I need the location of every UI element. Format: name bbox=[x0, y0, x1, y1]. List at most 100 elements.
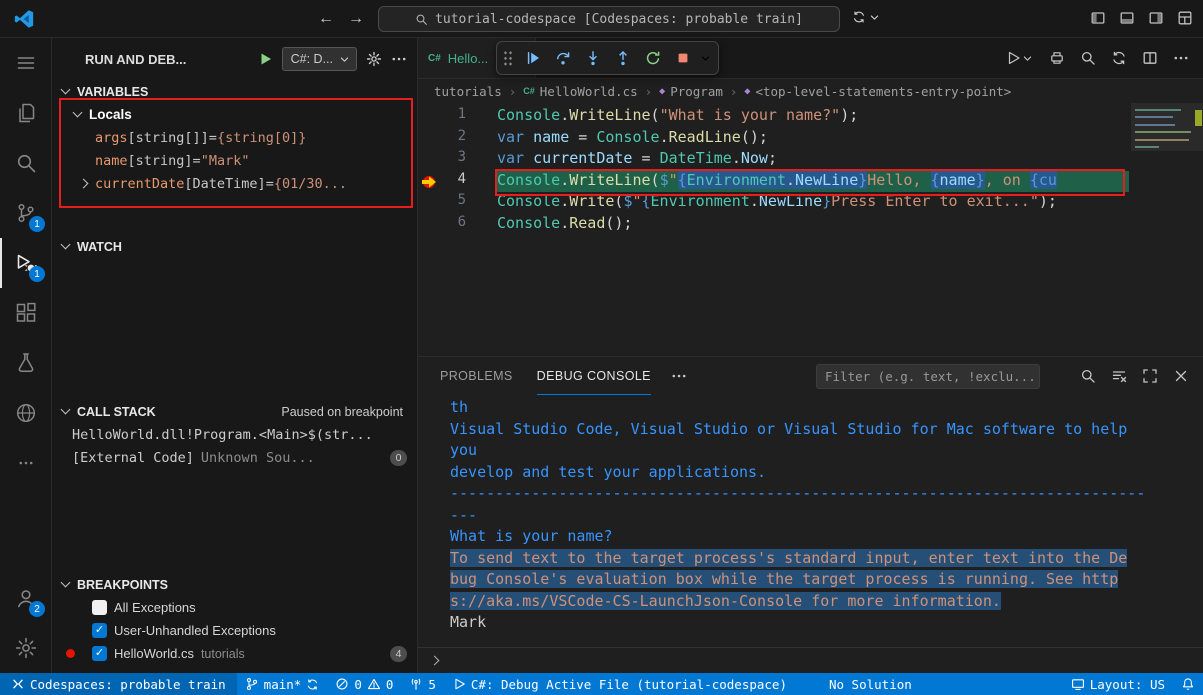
variable-value: "Mark" bbox=[201, 153, 250, 169]
frame-title: HelloWorld.dll!Program.<Main>$(str... bbox=[72, 427, 373, 443]
code-line[interactable]: 4Console.WriteLine($"{Environment.NewLin… bbox=[418, 171, 1203, 193]
problems-status[interactable]: 0 0 bbox=[327, 673, 401, 695]
breakpoint-row[interactable]: ✓User-Unhandled Exceptions bbox=[52, 619, 417, 642]
split-editor-icon[interactable] bbox=[1142, 50, 1158, 66]
additional-views-button[interactable] bbox=[0, 438, 51, 488]
close-panel-icon[interactable] bbox=[1173, 368, 1189, 384]
current-statement-gutter[interactable] bbox=[418, 171, 444, 193]
configure-launch-gear-icon[interactable] bbox=[366, 51, 382, 67]
gutter[interactable] bbox=[418, 106, 444, 128]
tab-debug-console[interactable]: DEBUG CONSOLE bbox=[537, 357, 651, 395]
toggle-secondary-sidebar-icon[interactable] bbox=[1148, 10, 1164, 26]
search-editor-icon[interactable] bbox=[1080, 50, 1096, 66]
start-debugging-button[interactable] bbox=[257, 51, 273, 67]
go-forward-button[interactable]: → bbox=[344, 7, 368, 31]
maximize-panel-icon[interactable] bbox=[1142, 368, 1158, 384]
watch-section-header[interactable]: WATCH bbox=[52, 235, 417, 258]
call-stack-section-header[interactable]: CALL STACKPaused on breakpoint bbox=[52, 400, 417, 423]
variable-row[interactable]: currentDate [DateTime] = {01/30... bbox=[52, 172, 417, 195]
debug-status[interactable]: C#: Debug Active File (tutorial-codespac… bbox=[444, 673, 795, 695]
accounts-button[interactable]: 2 bbox=[0, 573, 51, 623]
breadcrumb-item[interactable]: ◆<top-level-statements-entry-point> bbox=[744, 84, 1011, 99]
launch-config-select[interactable]: C#: D... bbox=[282, 47, 357, 71]
breakpoint-checkbox[interactable] bbox=[92, 600, 107, 615]
call-stack-frame[interactable]: [External Code]Unknown Sou...0 bbox=[52, 446, 417, 469]
step-over-button[interactable] bbox=[549, 45, 576, 72]
customize-layout-icon[interactable] bbox=[1177, 10, 1193, 26]
branch-status[interactable]: main* bbox=[237, 673, 328, 695]
settings-button[interactable] bbox=[0, 623, 51, 673]
print-icon[interactable] bbox=[1049, 50, 1065, 66]
find-icon[interactable] bbox=[1080, 368, 1096, 384]
code-editor[interactable]: 1Console.WriteLine("What is your name?")… bbox=[418, 103, 1203, 356]
console-filter-input[interactable]: Filter (e.g. text, !exclu... bbox=[816, 364, 1040, 389]
code-line[interactable]: 1Console.WriteLine("What is your name?")… bbox=[418, 106, 1203, 128]
ports-status[interactable]: 5 bbox=[401, 673, 444, 695]
scm-badge: 1 bbox=[29, 216, 45, 232]
step-out-button[interactable] bbox=[609, 45, 636, 72]
sidebar-item-remote-explorer[interactable] bbox=[0, 388, 51, 438]
sidebar-item-source-control[interactable]: 1 bbox=[0, 188, 51, 238]
screen-icon bbox=[1071, 677, 1085, 691]
branch-icon bbox=[245, 677, 259, 691]
sidebar-item-search[interactable] bbox=[0, 138, 51, 188]
run-or-debug-button[interactable] bbox=[1005, 50, 1034, 66]
continue-on-dropdown[interactable] bbox=[852, 10, 881, 24]
gutter[interactable] bbox=[418, 149, 444, 171]
call-stack-frame[interactable]: HelloWorld.dll!Program.<Main>$(str... bbox=[52, 423, 417, 446]
variable-row[interactable]: name [string] = "Mark" bbox=[52, 149, 417, 172]
command-center[interactable]: tutorial-codespace [Codespaces: probable… bbox=[378, 6, 840, 32]
debug-toolbar-more-icon[interactable] bbox=[699, 52, 712, 65]
breakpoint-row[interactable]: ✓HelloWorld.cstutorials4 bbox=[52, 642, 417, 665]
variable-row[interactable]: args [string[]] = {string[0]} bbox=[52, 126, 417, 149]
sync-icon bbox=[852, 10, 866, 24]
code-line[interactable]: 3var currentDate = DateTime.Now; bbox=[418, 149, 1203, 171]
console-output-line: What is your name? bbox=[450, 526, 1203, 548]
breakpoints-section-header[interactable]: BREAKPOINTS bbox=[52, 573, 417, 596]
panel-more-tabs-icon[interactable] bbox=[671, 368, 687, 384]
sidebar-item-run-debug[interactable]: 1 bbox=[0, 238, 51, 288]
gutter[interactable] bbox=[418, 128, 444, 150]
layout-status[interactable]: Layout: US bbox=[1063, 673, 1173, 695]
continue-button[interactable] bbox=[519, 45, 546, 72]
editor-more-actions-icon[interactable] bbox=[1173, 50, 1189, 66]
status-bar: Codespaces: probable train main* 0 0 5 C… bbox=[0, 673, 1203, 695]
gutter[interactable] bbox=[418, 214, 444, 236]
frame-detail: Unknown Sou... bbox=[201, 450, 315, 466]
notifications-bell[interactable] bbox=[1173, 673, 1203, 695]
sidebar-item-extensions[interactable] bbox=[0, 288, 51, 338]
toggle-panel-icon[interactable] bbox=[1119, 10, 1135, 26]
sidebar-item-explorer[interactable] bbox=[0, 88, 51, 138]
code-line[interactable]: 2var name = Console.ReadLine(); bbox=[418, 128, 1203, 150]
chevron-down-icon bbox=[868, 11, 881, 24]
debug-console-input[interactable] bbox=[418, 647, 1203, 673]
breakpoint-checkbox[interactable]: ✓ bbox=[92, 646, 107, 661]
restart-button[interactable] bbox=[639, 45, 666, 72]
gutter[interactable] bbox=[418, 192, 444, 214]
remote-icon bbox=[11, 677, 25, 691]
toolbar-drag-handle[interactable] bbox=[503, 50, 513, 67]
sidebar-item-testing[interactable] bbox=[0, 338, 51, 388]
sync-file-icon[interactable] bbox=[1111, 50, 1127, 66]
accounts-badge: 2 bbox=[29, 601, 45, 617]
stop-button[interactable] bbox=[669, 45, 696, 72]
debug-views-more-icon[interactable] bbox=[391, 51, 407, 67]
breadcrumb-item[interactable]: tutorials bbox=[434, 84, 502, 99]
go-back-button[interactable]: ← bbox=[314, 7, 338, 31]
breakpoint-checkbox[interactable]: ✓ bbox=[92, 623, 107, 638]
variables-section-header[interactable]: VARIABLES bbox=[52, 80, 417, 103]
code-line[interactable]: 5Console.Write($"{Environment.NewLine}Pr… bbox=[418, 192, 1203, 214]
tab-problems[interactable]: PROBLEMS bbox=[440, 357, 513, 395]
menu-button[interactable] bbox=[0, 38, 51, 88]
breadcrumb-item[interactable]: C#HelloWorld.cs bbox=[523, 84, 637, 99]
toggle-primary-sidebar-icon[interactable] bbox=[1090, 10, 1106, 26]
solution-status[interactable]: No Solution bbox=[821, 673, 920, 695]
code-line[interactable]: 6Console.Read(); bbox=[418, 214, 1203, 236]
clear-all-icon[interactable] bbox=[1111, 368, 1127, 384]
variables-scope-row[interactable]: Locals bbox=[52, 103, 417, 126]
remote-indicator[interactable]: Codespaces: probable train bbox=[0, 673, 237, 695]
minimap[interactable] bbox=[1131, 103, 1203, 356]
breakpoint-row[interactable]: All Exceptions bbox=[52, 596, 417, 619]
step-into-button[interactable] bbox=[579, 45, 606, 72]
breadcrumb-item[interactable]: ◆Program bbox=[659, 84, 723, 99]
